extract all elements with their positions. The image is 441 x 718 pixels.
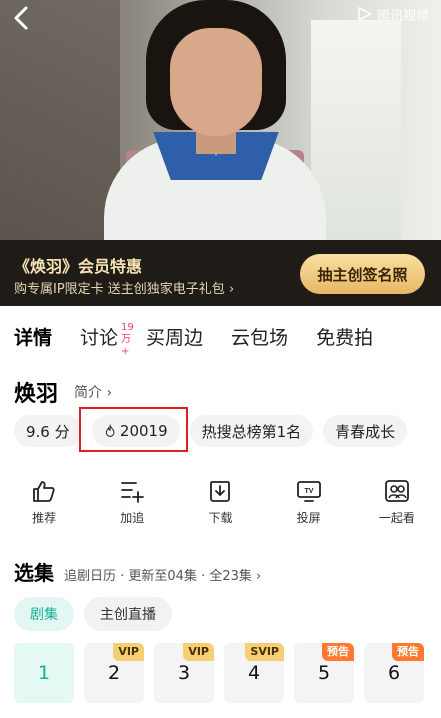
show-title: 焕羽 <box>14 382 59 407</box>
brand-text: 腾讯视频 <box>376 8 429 24</box>
watch-together-label: 一起看 <box>378 511 415 525</box>
tag-chip[interactable]: 青春成长 <box>323 415 408 447</box>
vip-badge: VIP <box>113 643 144 661</box>
subtab-episodes[interactable]: 剧集 <box>14 597 74 631</box>
tab-discussion[interactable]: 讨论 19万+ <box>66 318 134 358</box>
episode-subtabs: 剧集 主创直播 <box>14 597 172 631</box>
promo-subtitle[interactable]: 购专属IP限定卡 送主创独家电子礼包 › <box>14 278 234 297</box>
detail-tabs: 详情 讨论 19万+ 买周边 云包场 免费拍 <box>0 318 441 358</box>
recommend-label: 推荐 <box>32 511 57 525</box>
subtab-creator-live[interactable]: 主创直播 <box>84 597 172 631</box>
episode-list: 1 2 VIP 3 VIP 4 SVIP 5 预告 6 预告 <box>14 643 424 703</box>
download-button[interactable]: 下载 <box>176 479 264 535</box>
promo-title: 《焕羽》会员特惠 <box>14 257 143 276</box>
list-add-icon <box>121 482 145 503</box>
episode-item[interactable]: 3 VIP <box>154 643 214 703</box>
chevron-left-icon[interactable] <box>10 4 40 34</box>
episode-item[interactable]: 2 VIP <box>84 643 144 703</box>
intro-link[interactable]: 简介 › <box>74 382 112 402</box>
watch-together-button[interactable]: 一起看 <box>353 479 441 535</box>
highlight-box <box>79 407 188 452</box>
follow-label: 加追 <box>120 511 145 525</box>
svip-badge: SVIP <box>245 643 284 661</box>
vip-badge: VIP <box>183 643 214 661</box>
face <box>170 28 262 136</box>
action-bar: 推荐 加追 下载 TV 投屏 一起看 <box>0 479 441 535</box>
svg-text:TV: TV <box>304 488 313 495</box>
episodes-header: 选集 追剧日历 · 更新至04集 · 全23集 › <box>14 557 261 586</box>
tab-free-shoot[interactable]: 免费拍 <box>302 318 387 358</box>
follow-button[interactable]: 加追 <box>88 479 176 535</box>
download-icon <box>210 481 231 502</box>
episode-item[interactable]: 6 预告 <box>364 643 424 703</box>
recommend-button[interactable]: 推荐 <box>0 479 88 535</box>
episodes-title: 选集 <box>14 561 54 585</box>
brand-logo: 腾讯视频 <box>357 6 429 24</box>
rank-chip[interactable]: 热搜总榜第1名 <box>189 415 314 447</box>
cast-button[interactable]: TV 投屏 <box>265 479 353 535</box>
promo-cta-button[interactable]: 抽主创签名照 <box>300 254 425 294</box>
thumbs-up-icon <box>33 481 55 502</box>
episode-item[interactable]: 1 <box>14 643 74 703</box>
video-frame-person <box>98 0 328 240</box>
tencent-video-icon <box>358 7 373 21</box>
tab-details[interactable]: 详情 <box>0 318 66 358</box>
preview-badge: 预告 <box>392 643 424 661</box>
preview-badge: 预告 <box>322 643 354 661</box>
cast-label: 投屏 <box>296 511 321 525</box>
download-label: 下载 <box>208 511 233 525</box>
tv-cast-icon: TV <box>296 481 321 502</box>
episode-item[interactable]: 5 预告 <box>294 643 354 703</box>
episodes-meta-link[interactable]: 追剧日历 · 更新至04集 · 全23集 › <box>64 565 261 584</box>
video-player[interactable]: 腾讯视频 <box>0 0 441 240</box>
info-chips: 9.6 分 20019 热搜总榜第1名 青春成长 <box>14 415 408 447</box>
tab-merch[interactable]: 买周边 <box>132 318 217 358</box>
intro-label[interactable]: 简介 › <box>74 382 112 402</box>
watch-together-icon <box>384 480 409 502</box>
episode-item[interactable]: 4 SVIP <box>224 643 284 703</box>
score-chip: 9.6 分 <box>14 415 82 447</box>
tab-cloud-screening[interactable]: 云包场 <box>217 318 302 358</box>
